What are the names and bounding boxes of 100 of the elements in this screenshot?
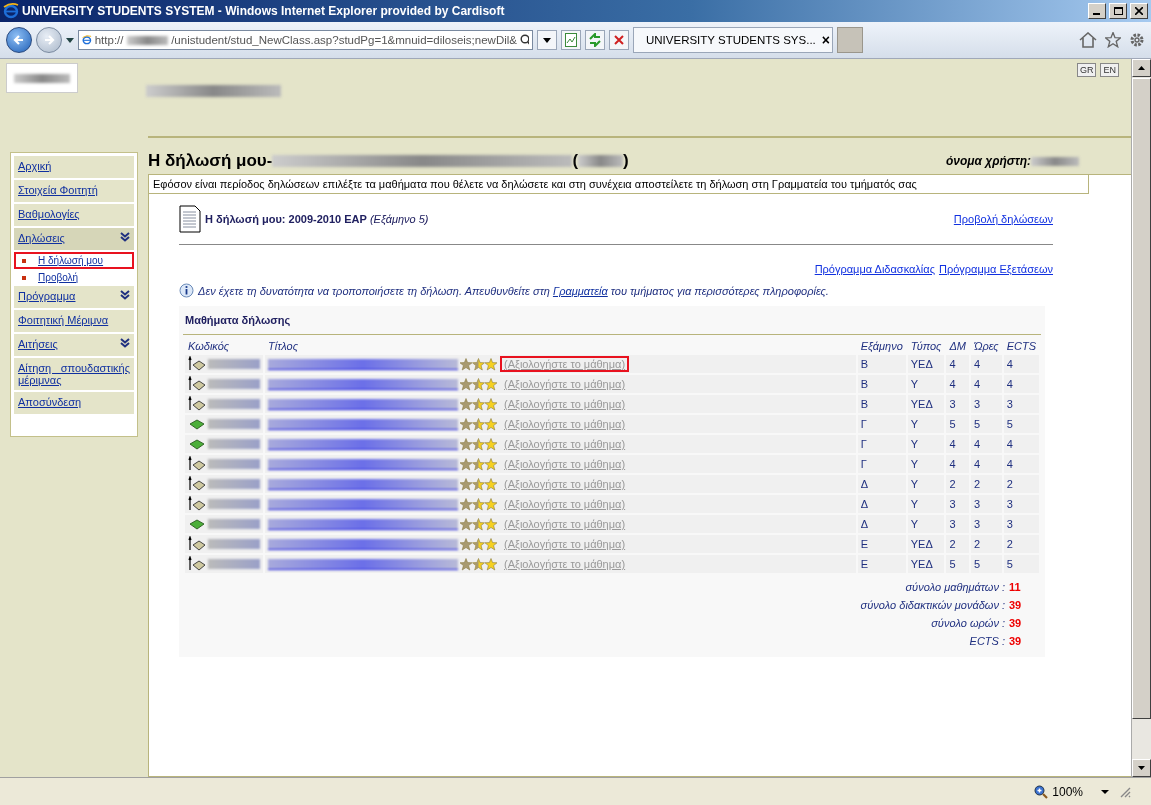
table-cell: ΥΕΔ (907, 555, 945, 573)
browser-tab[interactable]: UNIVERSITY STUDENTS SYS... × (633, 27, 833, 53)
tab-close-button[interactable]: × (821, 32, 830, 48)
table-cell: 4 (970, 455, 1002, 473)
table-cell: Β (857, 395, 906, 413)
language-button[interactable]: GR (1077, 63, 1097, 77)
home-icon[interactable] (1079, 32, 1097, 48)
sidebar-item[interactable]: Φοιτητική Μέριμνα (14, 310, 134, 332)
back-button[interactable] (6, 27, 32, 53)
rating-stars-icon[interactable] (460, 477, 498, 491)
dropdown-arrow-icon[interactable] (66, 37, 74, 43)
redacted-text (208, 379, 260, 389)
sidebar-item[interactable]: Πρόγραμμα (14, 286, 134, 308)
redacted-text (208, 479, 260, 489)
schedule-link[interactable]: Πρόγραμμα Εξετάσεων (938, 263, 1053, 275)
submenu-item[interactable]: Προβολή (14, 269, 134, 286)
rating-stars-icon[interactable] (460, 517, 498, 531)
column-header: Ώρες (972, 339, 1000, 353)
settings-icon[interactable] (1129, 32, 1145, 48)
redacted-link[interactable] (268, 458, 458, 470)
address-field[interactable]: http:// /unistudent/stud_NewClass.asp?studPg=1&mnuid=diloseis;newDil& (78, 30, 533, 50)
table-cell: 4 (946, 455, 969, 473)
url-text: http:// (94, 34, 124, 46)
back-arrow-icon (13, 34, 25, 46)
table-cell: 3 (970, 495, 1002, 513)
sidebar-item[interactable]: Στοιχεία Φοιτητή (14, 180, 134, 202)
rating-stars-icon[interactable] (460, 457, 498, 471)
sidebar-item[interactable]: Δηλώσεις (14, 228, 134, 250)
rating-stars-icon[interactable] (460, 537, 498, 551)
sidebar-item[interactable]: Βαθμολογίες (14, 204, 134, 226)
resize-grip-icon[interactable] (1119, 785, 1131, 798)
redacted-link[interactable] (268, 538, 458, 550)
star-icon[interactable] (1105, 32, 1121, 48)
rating-stars-icon[interactable] (460, 417, 498, 431)
table-cell: 4 (970, 375, 1002, 393)
stop-button[interactable] (609, 30, 629, 50)
view-declarations-link[interactable]: Προβολή δηλώσεων (953, 213, 1053, 225)
table-cell: Υ (907, 495, 945, 513)
table-cell: 4 (946, 355, 969, 373)
rating-stars-icon[interactable] (460, 497, 498, 511)
sidebar-item[interactable]: Αίτηση σπουδαστικής μέριμνας (14, 358, 134, 390)
new-tab-button[interactable] (837, 27, 863, 53)
stop-icon (614, 35, 624, 45)
rating-stars-icon[interactable] (460, 437, 498, 451)
refresh-icon (588, 33, 602, 47)
redacted-link[interactable] (268, 438, 458, 450)
table-cell: 4 (1003, 355, 1039, 373)
maximize-button[interactable] (1109, 3, 1127, 19)
scroll-up-icon[interactable] (1138, 66, 1145, 70)
book-arrows-icon (188, 456, 206, 472)
scroll-down-icon[interactable] (1138, 766, 1145, 770)
rating-stars-icon[interactable] (460, 357, 498, 371)
redacted-link[interactable] (268, 478, 458, 490)
dropdown-button[interactable] (537, 30, 557, 50)
table-cell: 3 (946, 515, 969, 533)
table-cell: ΥΕΔ (907, 535, 945, 553)
zoom-control[interactable]: 100% (1028, 782, 1115, 801)
sidebar-item[interactable]: Αιτήσεις (14, 334, 134, 356)
book-arrows-icon (188, 536, 206, 552)
table-cell: Υ (907, 455, 945, 473)
table-cell: Δ (857, 495, 906, 513)
total-label: σύνολο ωρών : (931, 617, 1005, 629)
table-cell: ΥΕΔ (907, 395, 945, 413)
info-icon (179, 283, 194, 298)
double-chevron-icon[interactable] (120, 290, 130, 300)
table-cell: 5 (946, 415, 969, 433)
redacted-link[interactable] (268, 518, 458, 530)
compatibility-button[interactable] (561, 30, 581, 50)
minimize-button[interactable] (1088, 3, 1106, 19)
secretariat-link[interactable]: Γραμματεία (552, 284, 608, 297)
double-chevron-icon[interactable] (120, 338, 130, 348)
total-label: σύνολο μαθημάτων : (905, 581, 1005, 593)
rating-stars-icon[interactable] (460, 377, 498, 391)
redacted-link[interactable] (268, 358, 458, 370)
rating-stars-icon[interactable] (460, 557, 498, 571)
browser-logo-icon (3, 3, 19, 19)
redacted-link[interactable] (268, 378, 458, 390)
total-value: 39 (1009, 635, 1023, 647)
rating-stars-icon[interactable] (460, 397, 498, 411)
close-button[interactable] (1130, 3, 1148, 19)
table-cell: Δ (857, 515, 906, 533)
redacted-link[interactable] (268, 558, 458, 570)
refresh-button[interactable] (585, 30, 605, 50)
redacted-link[interactable] (268, 398, 458, 410)
search-icon[interactable] (520, 33, 529, 47)
redacted-link[interactable] (268, 418, 458, 430)
redacted-text (578, 155, 624, 167)
sidebar-item[interactable]: Αρχική (14, 156, 134, 178)
table-cell: 3 (970, 395, 1002, 413)
submenu-item[interactable]: Η δήλωσή μου (14, 252, 134, 269)
sidebar-item[interactable]: Αποσύνδεση (14, 392, 134, 414)
language-button[interactable]: EN (1100, 63, 1119, 77)
table-cell: Ε (857, 555, 906, 573)
scrollbar[interactable] (1131, 59, 1151, 777)
double-chevron-icon[interactable] (120, 232, 130, 242)
redacted-link[interactable] (268, 498, 458, 510)
maximize-icon (1113, 7, 1123, 15)
table-cell: 3 (1003, 495, 1039, 513)
schedule-link[interactable]: Πρόγραμμα Διδασκαλίας (814, 263, 935, 275)
table-cell: 2 (946, 535, 969, 553)
